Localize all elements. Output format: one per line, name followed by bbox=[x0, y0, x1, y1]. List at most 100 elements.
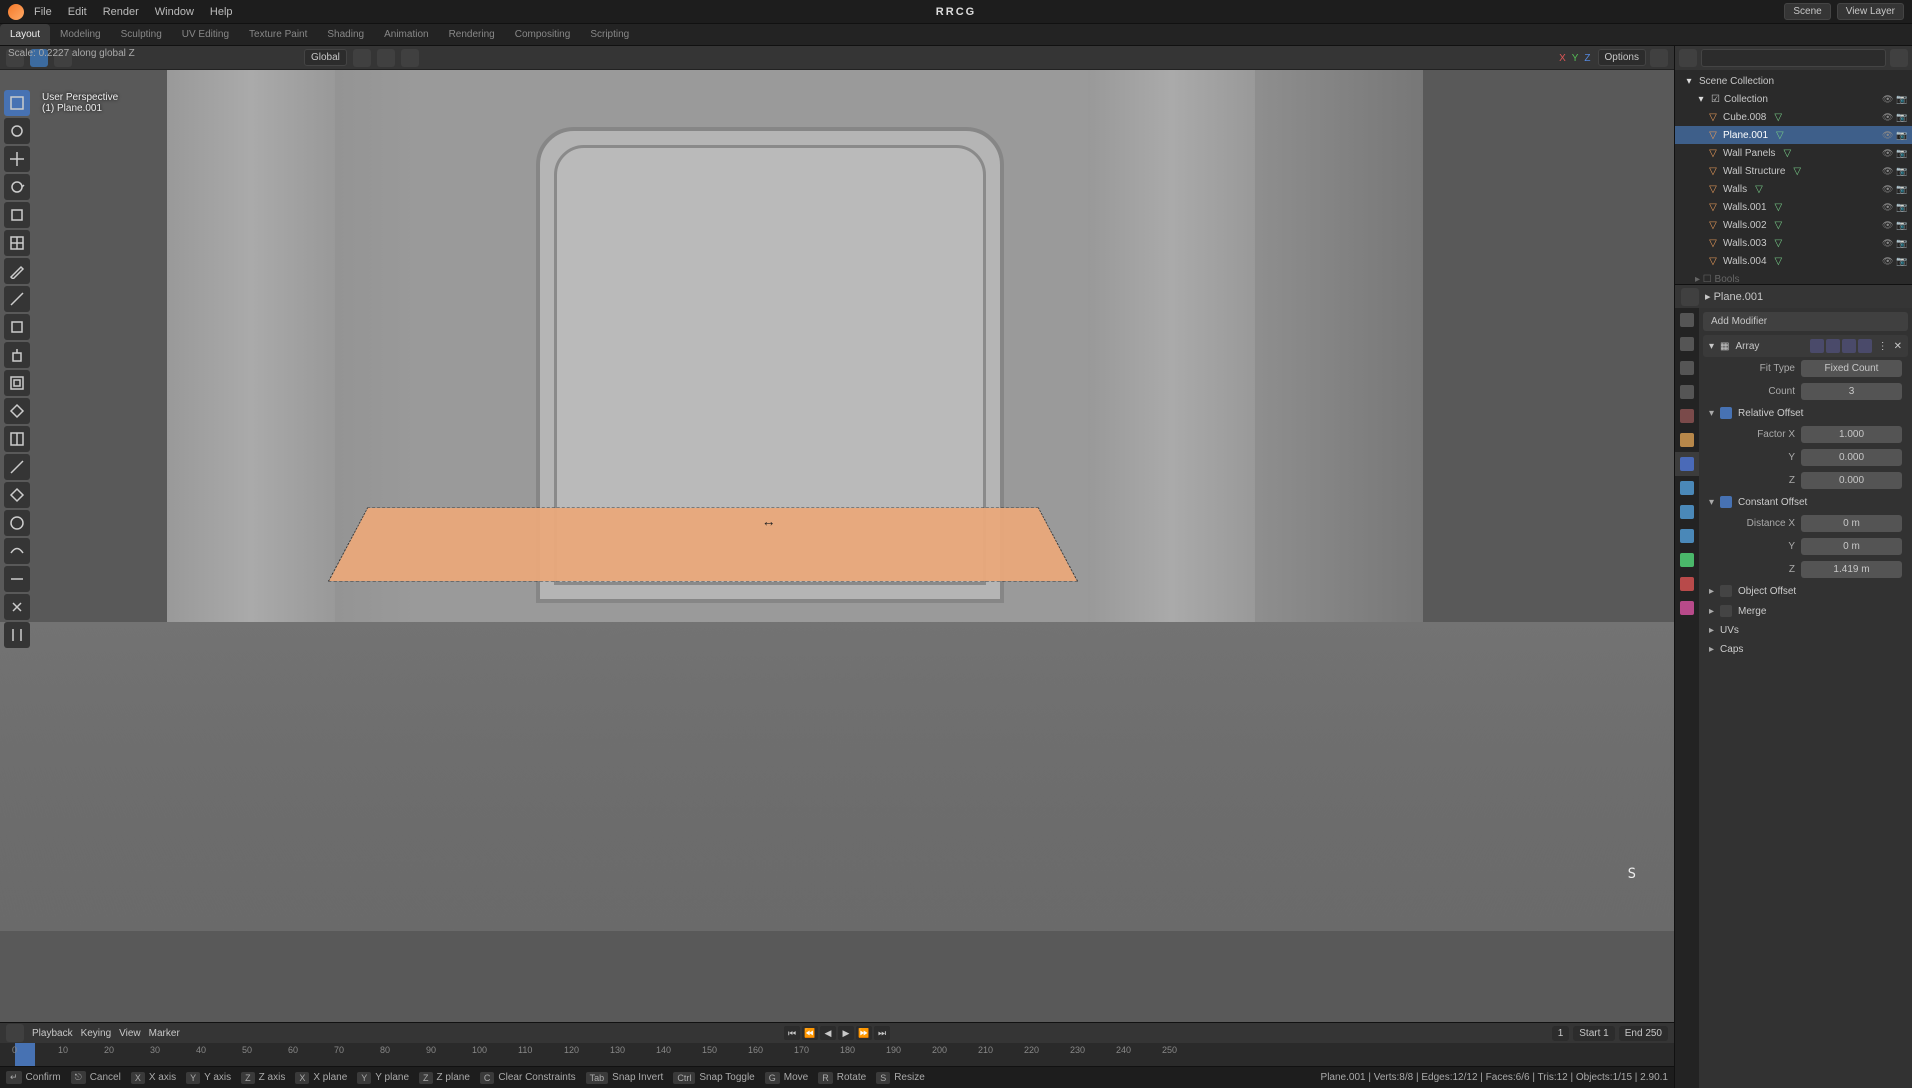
axis-gizmo[interactable]: XYZ bbox=[1556, 52, 1593, 64]
tool-shrink[interactable] bbox=[4, 594, 30, 620]
outliner-item[interactable]: ▽Walls.002▽👁📷 bbox=[1675, 216, 1912, 234]
timeline-menu-playback[interactable]: Playback bbox=[32, 1028, 73, 1039]
proportional-icon[interactable] bbox=[401, 49, 419, 67]
tab-sculpting[interactable]: Sculpting bbox=[111, 24, 172, 45]
menu-edit[interactable]: Edit bbox=[62, 6, 93, 18]
factor-z-field[interactable]: 0.000 bbox=[1801, 472, 1902, 489]
outliner-item[interactable]: ▽Walls.004▽👁📷 bbox=[1675, 252, 1912, 270]
prop-tab-scene[interactable] bbox=[1675, 380, 1699, 404]
modifier-close-icon[interactable]: ✕ bbox=[1894, 341, 1902, 352]
outliner-editor-icon[interactable] bbox=[1679, 49, 1697, 67]
prop-tab-modifiers[interactable] bbox=[1675, 452, 1699, 476]
snap-icon[interactable] bbox=[377, 49, 395, 67]
tool-move[interactable] bbox=[4, 146, 30, 172]
outliner-item[interactable]: ▽Plane.001▽👁📷 bbox=[1675, 126, 1912, 144]
outliner-item[interactable]: ▽Wall Structure▽👁📷 bbox=[1675, 162, 1912, 180]
jump-end-icon[interactable]: ⏭ bbox=[874, 1026, 890, 1040]
tool-smooth[interactable] bbox=[4, 538, 30, 564]
tab-texture-paint[interactable]: Texture Paint bbox=[239, 24, 317, 45]
tool-add-cube[interactable] bbox=[4, 314, 30, 340]
prop-tab-material[interactable] bbox=[1675, 572, 1699, 596]
tool-spin[interactable] bbox=[4, 510, 30, 536]
modifier-header-array[interactable]: ▾▦ Array ⋮ ✕ bbox=[1703, 335, 1908, 357]
selected-mesh[interactable] bbox=[329, 508, 1076, 581]
timeline-editor-icon[interactable] bbox=[6, 1024, 24, 1042]
tool-polybuild[interactable] bbox=[4, 482, 30, 508]
prop-tab-output[interactable] bbox=[1675, 332, 1699, 356]
prop-tab-texture[interactable] bbox=[1675, 596, 1699, 620]
menu-window[interactable]: Window bbox=[149, 6, 200, 18]
prop-tab-particles[interactable] bbox=[1675, 476, 1699, 500]
end-frame-field[interactable]: End 250 bbox=[1619, 1026, 1668, 1041]
playhead[interactable] bbox=[15, 1043, 35, 1066]
scene-selector[interactable]: Scene bbox=[1784, 3, 1830, 20]
tool-transform[interactable] bbox=[4, 230, 30, 256]
dist-y-field[interactable]: 0 m bbox=[1801, 538, 1902, 555]
tool-annotate[interactable] bbox=[4, 258, 30, 284]
keyframe-prev-icon[interactable]: ⏪ bbox=[802, 1026, 818, 1040]
prop-tab-render[interactable] bbox=[1675, 308, 1699, 332]
prop-tab-viewlayer[interactable] bbox=[1675, 356, 1699, 380]
tab-uv-editing[interactable]: UV Editing bbox=[172, 24, 239, 45]
outliner-item[interactable]: ▽Cube.008▽👁📷 bbox=[1675, 108, 1912, 126]
timeline-menu-view[interactable]: View bbox=[119, 1028, 141, 1039]
outliner-tree[interactable]: ▾ Scene Collection ▾☑ Collection 👁📷 ▽Cub… bbox=[1675, 70, 1912, 284]
count-field[interactable]: 3 bbox=[1801, 383, 1902, 400]
tool-inset[interactable] bbox=[4, 370, 30, 396]
tab-shading[interactable]: Shading bbox=[317, 24, 374, 45]
outliner-item-hidden[interactable]: ▸ ☐ Bools bbox=[1675, 270, 1912, 284]
outliner-scene-collection[interactable]: ▾ Scene Collection bbox=[1675, 72, 1912, 90]
uvs-panel[interactable]: ▸UVs bbox=[1703, 621, 1908, 640]
keyframe-next-icon[interactable]: ⏩ bbox=[856, 1026, 872, 1040]
prop-tab-physics[interactable] bbox=[1675, 500, 1699, 524]
prop-tab-mesh[interactable] bbox=[1675, 548, 1699, 572]
caps-panel[interactable]: ▸Caps bbox=[1703, 640, 1908, 659]
tool-scale[interactable] bbox=[4, 202, 30, 228]
properties-editor-icon[interactable] bbox=[1681, 288, 1699, 306]
jump-start-icon[interactable]: ⏮ bbox=[784, 1026, 800, 1040]
overlays-icon[interactable] bbox=[1650, 49, 1668, 67]
start-frame-field[interactable]: Start 1 bbox=[1573, 1026, 1614, 1041]
dist-z-field[interactable]: 1.419 m bbox=[1801, 561, 1902, 578]
outliner-item[interactable]: ▽Walls.001▽👁📷 bbox=[1675, 198, 1912, 216]
outliner-item[interactable]: ▽Walls.003▽👁📷 bbox=[1675, 234, 1912, 252]
tool-measure[interactable] bbox=[4, 286, 30, 312]
prop-tab-world[interactable] bbox=[1675, 404, 1699, 428]
tool-extrude[interactable] bbox=[4, 342, 30, 368]
tab-animation[interactable]: Animation bbox=[374, 24, 438, 45]
current-frame-field[interactable]: 1 bbox=[1552, 1026, 1570, 1041]
outliner-filter-icon[interactable] bbox=[1890, 49, 1908, 67]
3d-viewport[interactable]: User Perspective (1) Plane.001 S bbox=[0, 70, 1674, 1022]
factor-y-field[interactable]: 0.000 bbox=[1801, 449, 1902, 466]
outliner-item[interactable]: ▽Wall Panels▽👁📷 bbox=[1675, 144, 1912, 162]
menu-render[interactable]: Render bbox=[97, 6, 145, 18]
tool-cursor[interactable] bbox=[4, 118, 30, 144]
tab-scripting[interactable]: Scripting bbox=[580, 24, 639, 45]
tab-rendering[interactable]: Rendering bbox=[439, 24, 505, 45]
menu-help[interactable]: Help bbox=[204, 6, 239, 18]
tool-rip[interactable] bbox=[4, 622, 30, 648]
tool-rotate[interactable] bbox=[4, 174, 30, 200]
outliner-item[interactable]: ▽Walls▽👁📷 bbox=[1675, 180, 1912, 198]
prop-tab-constraints[interactable] bbox=[1675, 524, 1699, 548]
object-offset-toggle[interactable]: ▸Object Offset bbox=[1703, 581, 1908, 601]
fit-type-select[interactable]: Fixed Count bbox=[1801, 360, 1902, 377]
orientation-select[interactable]: Global bbox=[304, 49, 347, 66]
factor-x-field[interactable]: 1.000 bbox=[1801, 426, 1902, 443]
play-reverse-icon[interactable]: ◀ bbox=[820, 1026, 836, 1040]
play-icon[interactable]: ▶ bbox=[838, 1026, 854, 1040]
outliner-collection[interactable]: ▾☑ Collection 👁📷 bbox=[1675, 90, 1912, 108]
pivot-icon[interactable] bbox=[353, 49, 371, 67]
merge-toggle[interactable]: ▸Merge bbox=[1703, 601, 1908, 621]
tab-compositing[interactable]: Compositing bbox=[505, 24, 581, 45]
tool-knife[interactable] bbox=[4, 454, 30, 480]
add-modifier-button[interactable]: Add Modifier bbox=[1703, 312, 1908, 331]
prop-tab-object[interactable] bbox=[1675, 428, 1699, 452]
modifier-menu-icon[interactable]: ⋮ bbox=[1878, 341, 1888, 352]
dist-x-field[interactable]: 0 m bbox=[1801, 515, 1902, 532]
timeline-track[interactable]: 0102030405060708090100110120130140150160… bbox=[0, 1043, 1674, 1066]
tab-modeling[interactable]: Modeling bbox=[50, 24, 111, 45]
timeline-menu-marker[interactable]: Marker bbox=[149, 1028, 180, 1039]
timeline-menu-keying[interactable]: Keying bbox=[81, 1028, 112, 1039]
outliner-search-input[interactable] bbox=[1701, 49, 1886, 67]
